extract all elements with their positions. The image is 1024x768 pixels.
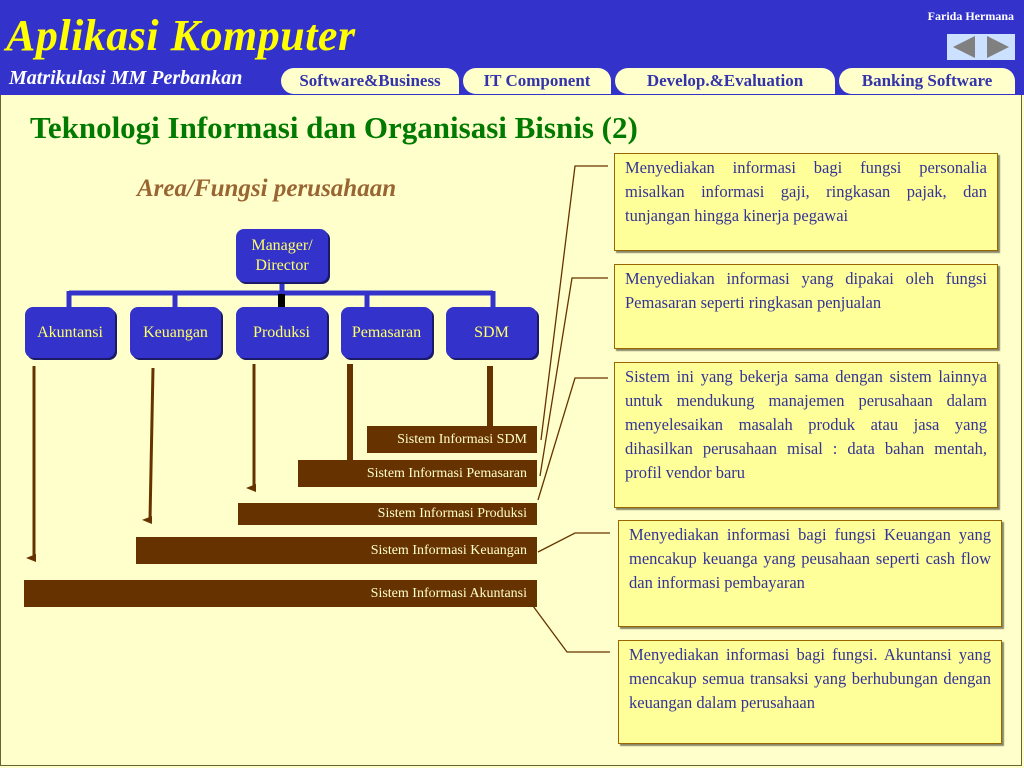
org-box-produksi: Produksi — [236, 307, 327, 358]
center-link — [278, 294, 285, 308]
arrow-keuangan — [142, 367, 155, 525]
org-box-sdm: SDM — [446, 307, 537, 358]
department-arrows — [26, 364, 256, 562]
system-bar-pemasaran: Sistem Informasi Pemasaran — [298, 460, 537, 487]
system-bar-sdm: Sistem Informasi SDM — [367, 426, 537, 453]
note-pemasaran: Menyediakan informasi yang dipakai oleh … — [614, 264, 998, 349]
org-box-manager-director: Manager/ Director — [236, 229, 328, 282]
system-bar-produksi: Sistem Informasi Produksi — [238, 503, 537, 525]
note-akuntansi: Menyediakan informasi bagi fungsi. Akunt… — [618, 640, 1002, 744]
note-sdm: Menyediakan informasi bagi fungsi person… — [614, 153, 998, 251]
org-box-akuntansi: Akuntansi — [25, 307, 115, 358]
system-bar-keuangan: Sistem Informasi Keuangan — [136, 537, 537, 564]
note-produksi: Sistem ini yang bekerja sama dengan sist… — [614, 362, 998, 508]
note-keuangan: Menyediakan informasi bagi fungsi Keuang… — [618, 520, 1002, 627]
director-label: Director — [255, 256, 309, 274]
org-box-pemasaran: Pemasaran — [341, 307, 432, 358]
org-box-keuangan: Keuangan — [130, 307, 221, 358]
callout-lines — [532, 165, 610, 653]
system-bar-akuntansi: Sistem Informasi Akuntansi — [24, 580, 537, 607]
manager-label: Manager/ — [251, 236, 313, 254]
